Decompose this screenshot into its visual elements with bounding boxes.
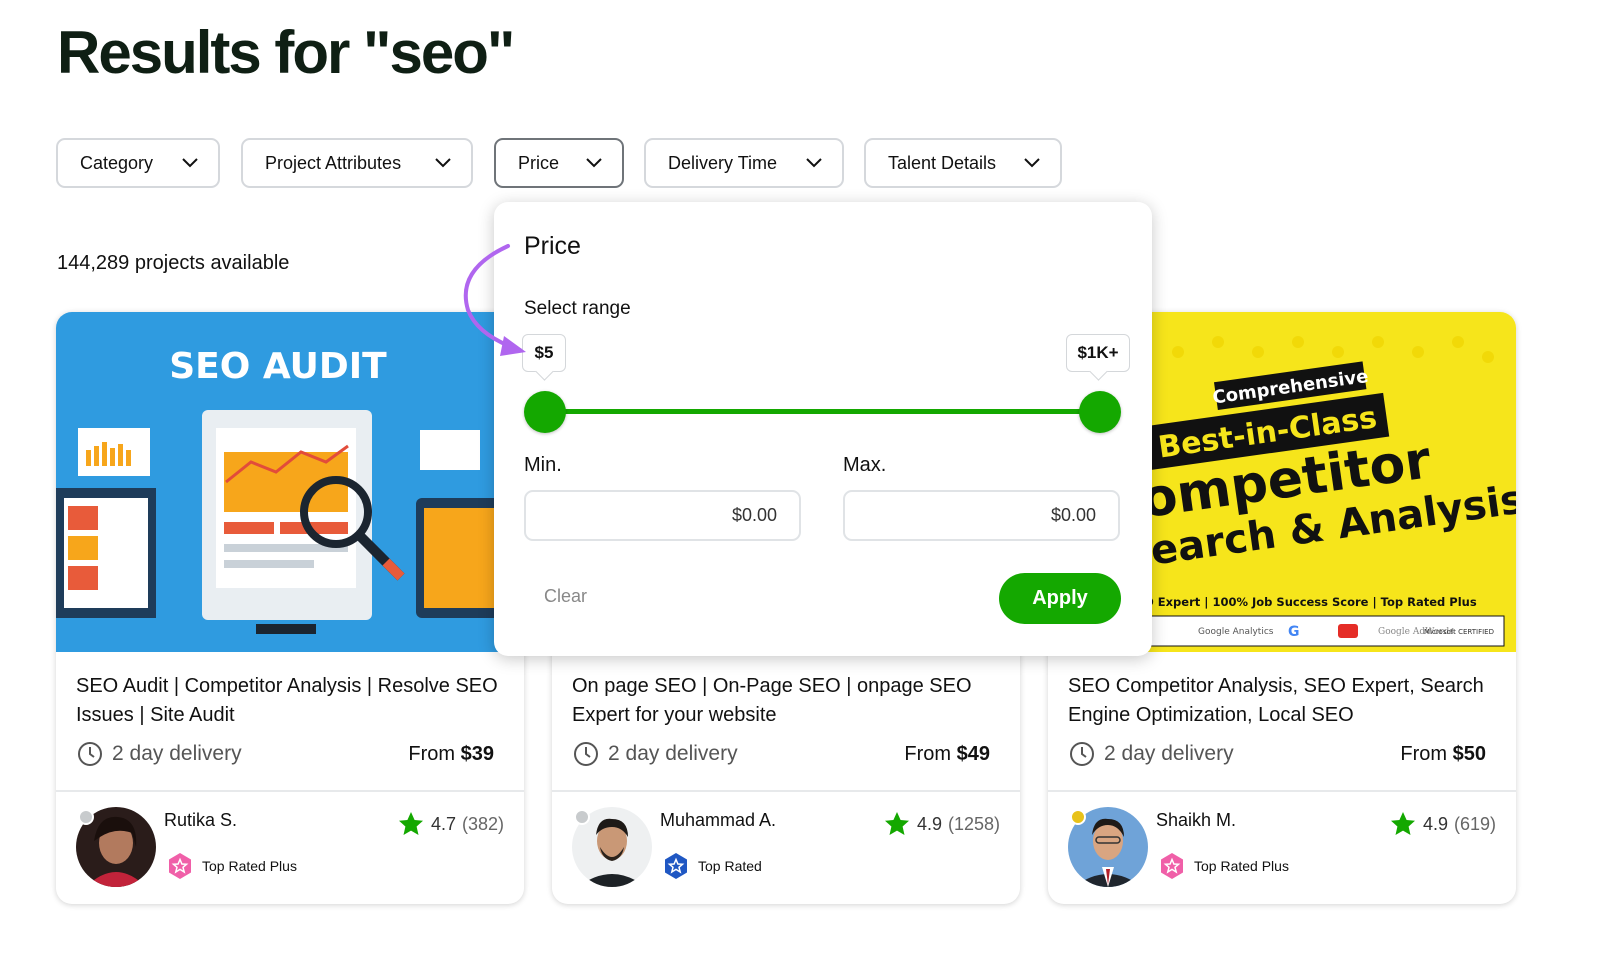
page-title: Results for "seo" xyxy=(57,19,515,86)
filter-label: Delivery Time xyxy=(668,152,778,173)
chevron-down-icon xyxy=(1024,158,1040,168)
star-icon xyxy=(1390,812,1415,835)
project-card[interactable]: SEO AUDIT SEO Audit | Competitor Analysi… xyxy=(56,312,524,904)
filter-project-attributes[interactable]: Project Attributes xyxy=(241,138,473,188)
seller-name[interactable]: Shaikh M. xyxy=(1156,810,1236,831)
top-rated-plus-icon xyxy=(1161,853,1183,879)
delivery-info: 2 day delivery xyxy=(1068,740,1234,768)
top-rated-plus-icon xyxy=(169,853,191,879)
chevron-down-icon xyxy=(182,158,198,168)
online-status-dot xyxy=(1070,809,1086,825)
project-title[interactable]: SEO Competitor Analysis, SEO Expert, Sea… xyxy=(1068,672,1498,730)
star-icon xyxy=(884,812,909,835)
price-prefix: From xyxy=(1400,743,1453,765)
delivery-text: 2 day delivery xyxy=(112,742,242,765)
price-value: $49 xyxy=(956,743,990,765)
online-status-dot xyxy=(574,809,590,825)
logo-text: Google Analytics xyxy=(1198,627,1274,637)
clock-icon xyxy=(78,742,102,766)
filter-label: Talent Details xyxy=(888,152,997,173)
online-status-dot xyxy=(78,809,94,825)
seller-badge: Top Rated xyxy=(662,852,762,880)
rating-value: 4.7 xyxy=(430,813,456,834)
badge-label: Top Rated Plus xyxy=(202,858,297,874)
badge-label: Top Rated Plus xyxy=(1194,858,1289,874)
thumbnail-text: SEO AUDIT xyxy=(169,346,387,387)
thumbnail-footer: O Expert | 100% Job Success Score | Top … xyxy=(1144,595,1477,609)
max-label: Max. xyxy=(843,454,887,476)
rating-value: 4.9 xyxy=(1422,813,1448,834)
seo-audit-thumbnail[interactable]: SEO AUDIT xyxy=(56,312,524,652)
card-divider xyxy=(552,790,1020,792)
filter-label: Price xyxy=(518,152,560,173)
seller-rating: 4.9 (1258) xyxy=(883,810,1000,838)
seller-badge: Top Rated Plus xyxy=(166,852,297,880)
rating-value: 4.9 xyxy=(916,813,942,834)
filter-category[interactable]: Category xyxy=(56,138,220,188)
seller-name[interactable]: Muhammad A. xyxy=(660,810,776,831)
price-prefix: From xyxy=(904,743,957,765)
clock-icon xyxy=(1070,742,1094,766)
price-filter-popup: Price Select range $5 $1K+ Min. Max. Cle… xyxy=(494,202,1152,656)
delivery-text: 2 day delivery xyxy=(608,742,738,765)
seller-badge: Top Rated Plus xyxy=(1158,852,1289,880)
select-range-label: Select range xyxy=(524,298,631,319)
delivery-text: 2 day delivery xyxy=(1104,742,1234,765)
top-rated-icon xyxy=(665,853,687,879)
annotation-arrow-icon xyxy=(463,244,526,356)
clear-button[interactable]: Clear xyxy=(544,586,587,607)
seller-rating: 4.7 (382) xyxy=(397,810,504,838)
price-range-track[interactable] xyxy=(546,409,1100,414)
review-count: (1258) xyxy=(947,813,1000,834)
chevron-down-icon xyxy=(586,158,602,168)
card-divider xyxy=(56,790,524,792)
price-prefix: From xyxy=(408,743,461,765)
review-count: (382) xyxy=(461,813,504,834)
seller-name[interactable]: Rutika S. xyxy=(164,810,237,831)
filter-label: Category xyxy=(80,152,154,173)
clock-icon xyxy=(574,742,598,766)
star-icon xyxy=(398,812,423,835)
delivery-info: 2 day delivery xyxy=(572,740,738,768)
review-count: (619) xyxy=(1453,813,1496,834)
chevron-down-icon xyxy=(806,158,822,168)
max-price-tooltip: $1K+ xyxy=(1066,334,1130,372)
max-price-handle[interactable] xyxy=(1079,391,1121,433)
badge-label: Top Rated xyxy=(698,858,762,874)
filter-talent-details[interactable]: Talent Details xyxy=(864,138,1062,188)
seller-rating: 4.9 (619) xyxy=(1389,810,1496,838)
project-price: From $39 xyxy=(408,743,494,766)
min-price-handle[interactable] xyxy=(524,391,566,433)
min-label: Min. xyxy=(524,454,562,476)
delivery-info: 2 day delivery xyxy=(76,740,242,768)
max-price-input[interactable] xyxy=(843,490,1120,541)
logo-text: G xyxy=(1288,624,1300,640)
price-value: $50 xyxy=(1452,743,1486,765)
results-count: 144,289 projects available xyxy=(57,252,290,274)
min-price-input[interactable] xyxy=(524,490,801,541)
project-title[interactable]: SEO Audit | Competitor Analysis | Resolv… xyxy=(76,672,506,730)
price-value: $39 xyxy=(460,743,494,765)
filter-delivery-time[interactable]: Delivery Time xyxy=(644,138,844,188)
project-price: From $49 xyxy=(904,743,990,766)
project-price: From $50 xyxy=(1400,743,1486,766)
logo-text: Microsoft CERTIFIED xyxy=(1424,628,1494,636)
apply-button[interactable]: Apply xyxy=(999,573,1121,624)
filter-price[interactable]: Price xyxy=(494,138,624,188)
filter-label: Project Attributes xyxy=(265,152,402,173)
project-title[interactable]: On page SEO | On-Page SEO | onpage SEO E… xyxy=(572,672,1002,730)
card-divider xyxy=(1048,790,1516,792)
chevron-down-icon xyxy=(435,158,451,168)
